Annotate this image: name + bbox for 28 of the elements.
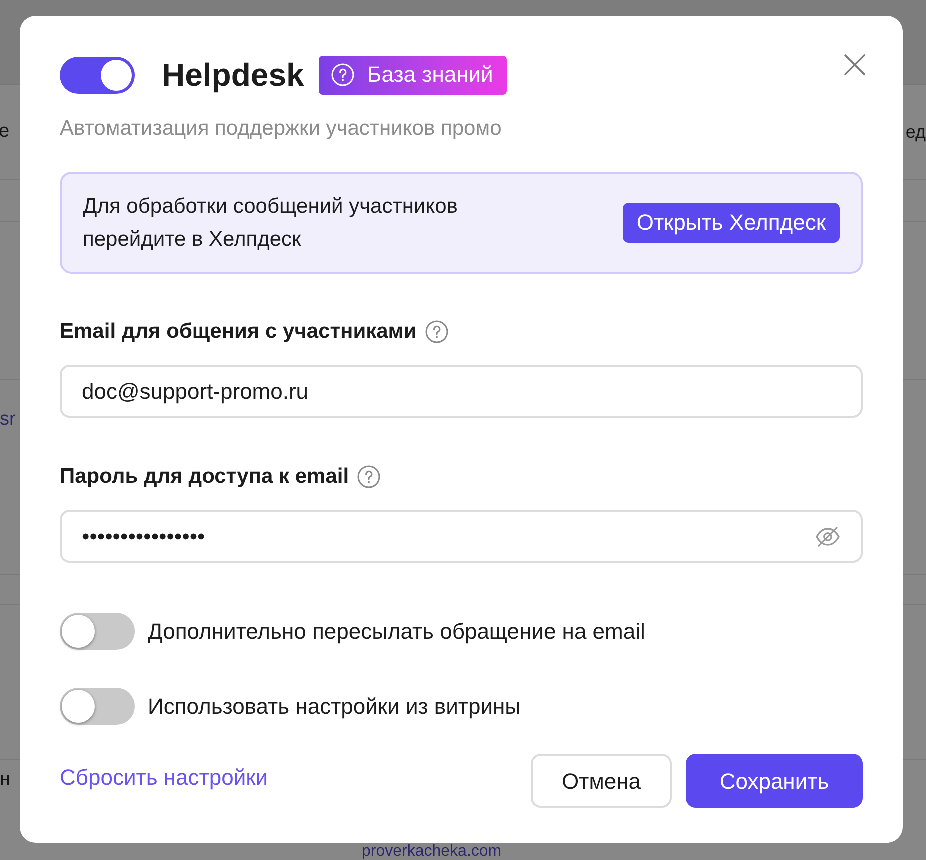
toggle-label: Использовать настройки из витрины	[148, 694, 521, 720]
cancel-button[interactable]: Отмена	[531, 754, 672, 808]
toggle-switch[interactable]	[60, 613, 135, 650]
knowledge-base-button[interactable]: База знаний	[319, 56, 508, 94]
email-field[interactable]: doc@support-promo.ru	[60, 365, 863, 418]
background-text: е	[0, 120, 10, 144]
background-link[interactable]: proverkacheka.com	[362, 844, 502, 860]
background-text: ед	[906, 121, 926, 144]
toggle-switch[interactable]	[60, 688, 135, 725]
field-label: Пароль для доступа к email	[60, 465, 350, 489]
dialog-title: Helpdesk	[162, 56, 304, 95]
reset-settings-link[interactable]: Сбросить настройки	[60, 765, 268, 791]
password-field[interactable]: ••••••••••••••••	[60, 510, 863, 563]
close-button[interactable]	[844, 54, 866, 76]
enable-toggle[interactable]	[60, 56, 135, 94]
field-label: Email для общения с участниками	[60, 320, 417, 344]
eye-slash-icon[interactable]	[815, 526, 841, 548]
help-icon	[331, 63, 356, 87]
background-link[interactable]: sr	[0, 408, 16, 432]
save-button[interactable]: Сохранить	[686, 754, 863, 808]
help-icon[interactable]	[357, 465, 382, 489]
dialog-subtitle: Автоматизация поддержки участников промо	[60, 117, 502, 141]
close-icon	[844, 54, 866, 76]
toggle-label: Дополнительно пересылать обращение на email	[148, 618, 646, 644]
open-helpdesk-button[interactable]: Открыть Хелпдеск	[622, 203, 840, 243]
notice-text: Для обработки сообщений участников перейдите в Хелпдеск	[83, 194, 458, 253]
background-text: н	[0, 768, 10, 792]
help-icon[interactable]	[424, 320, 449, 344]
